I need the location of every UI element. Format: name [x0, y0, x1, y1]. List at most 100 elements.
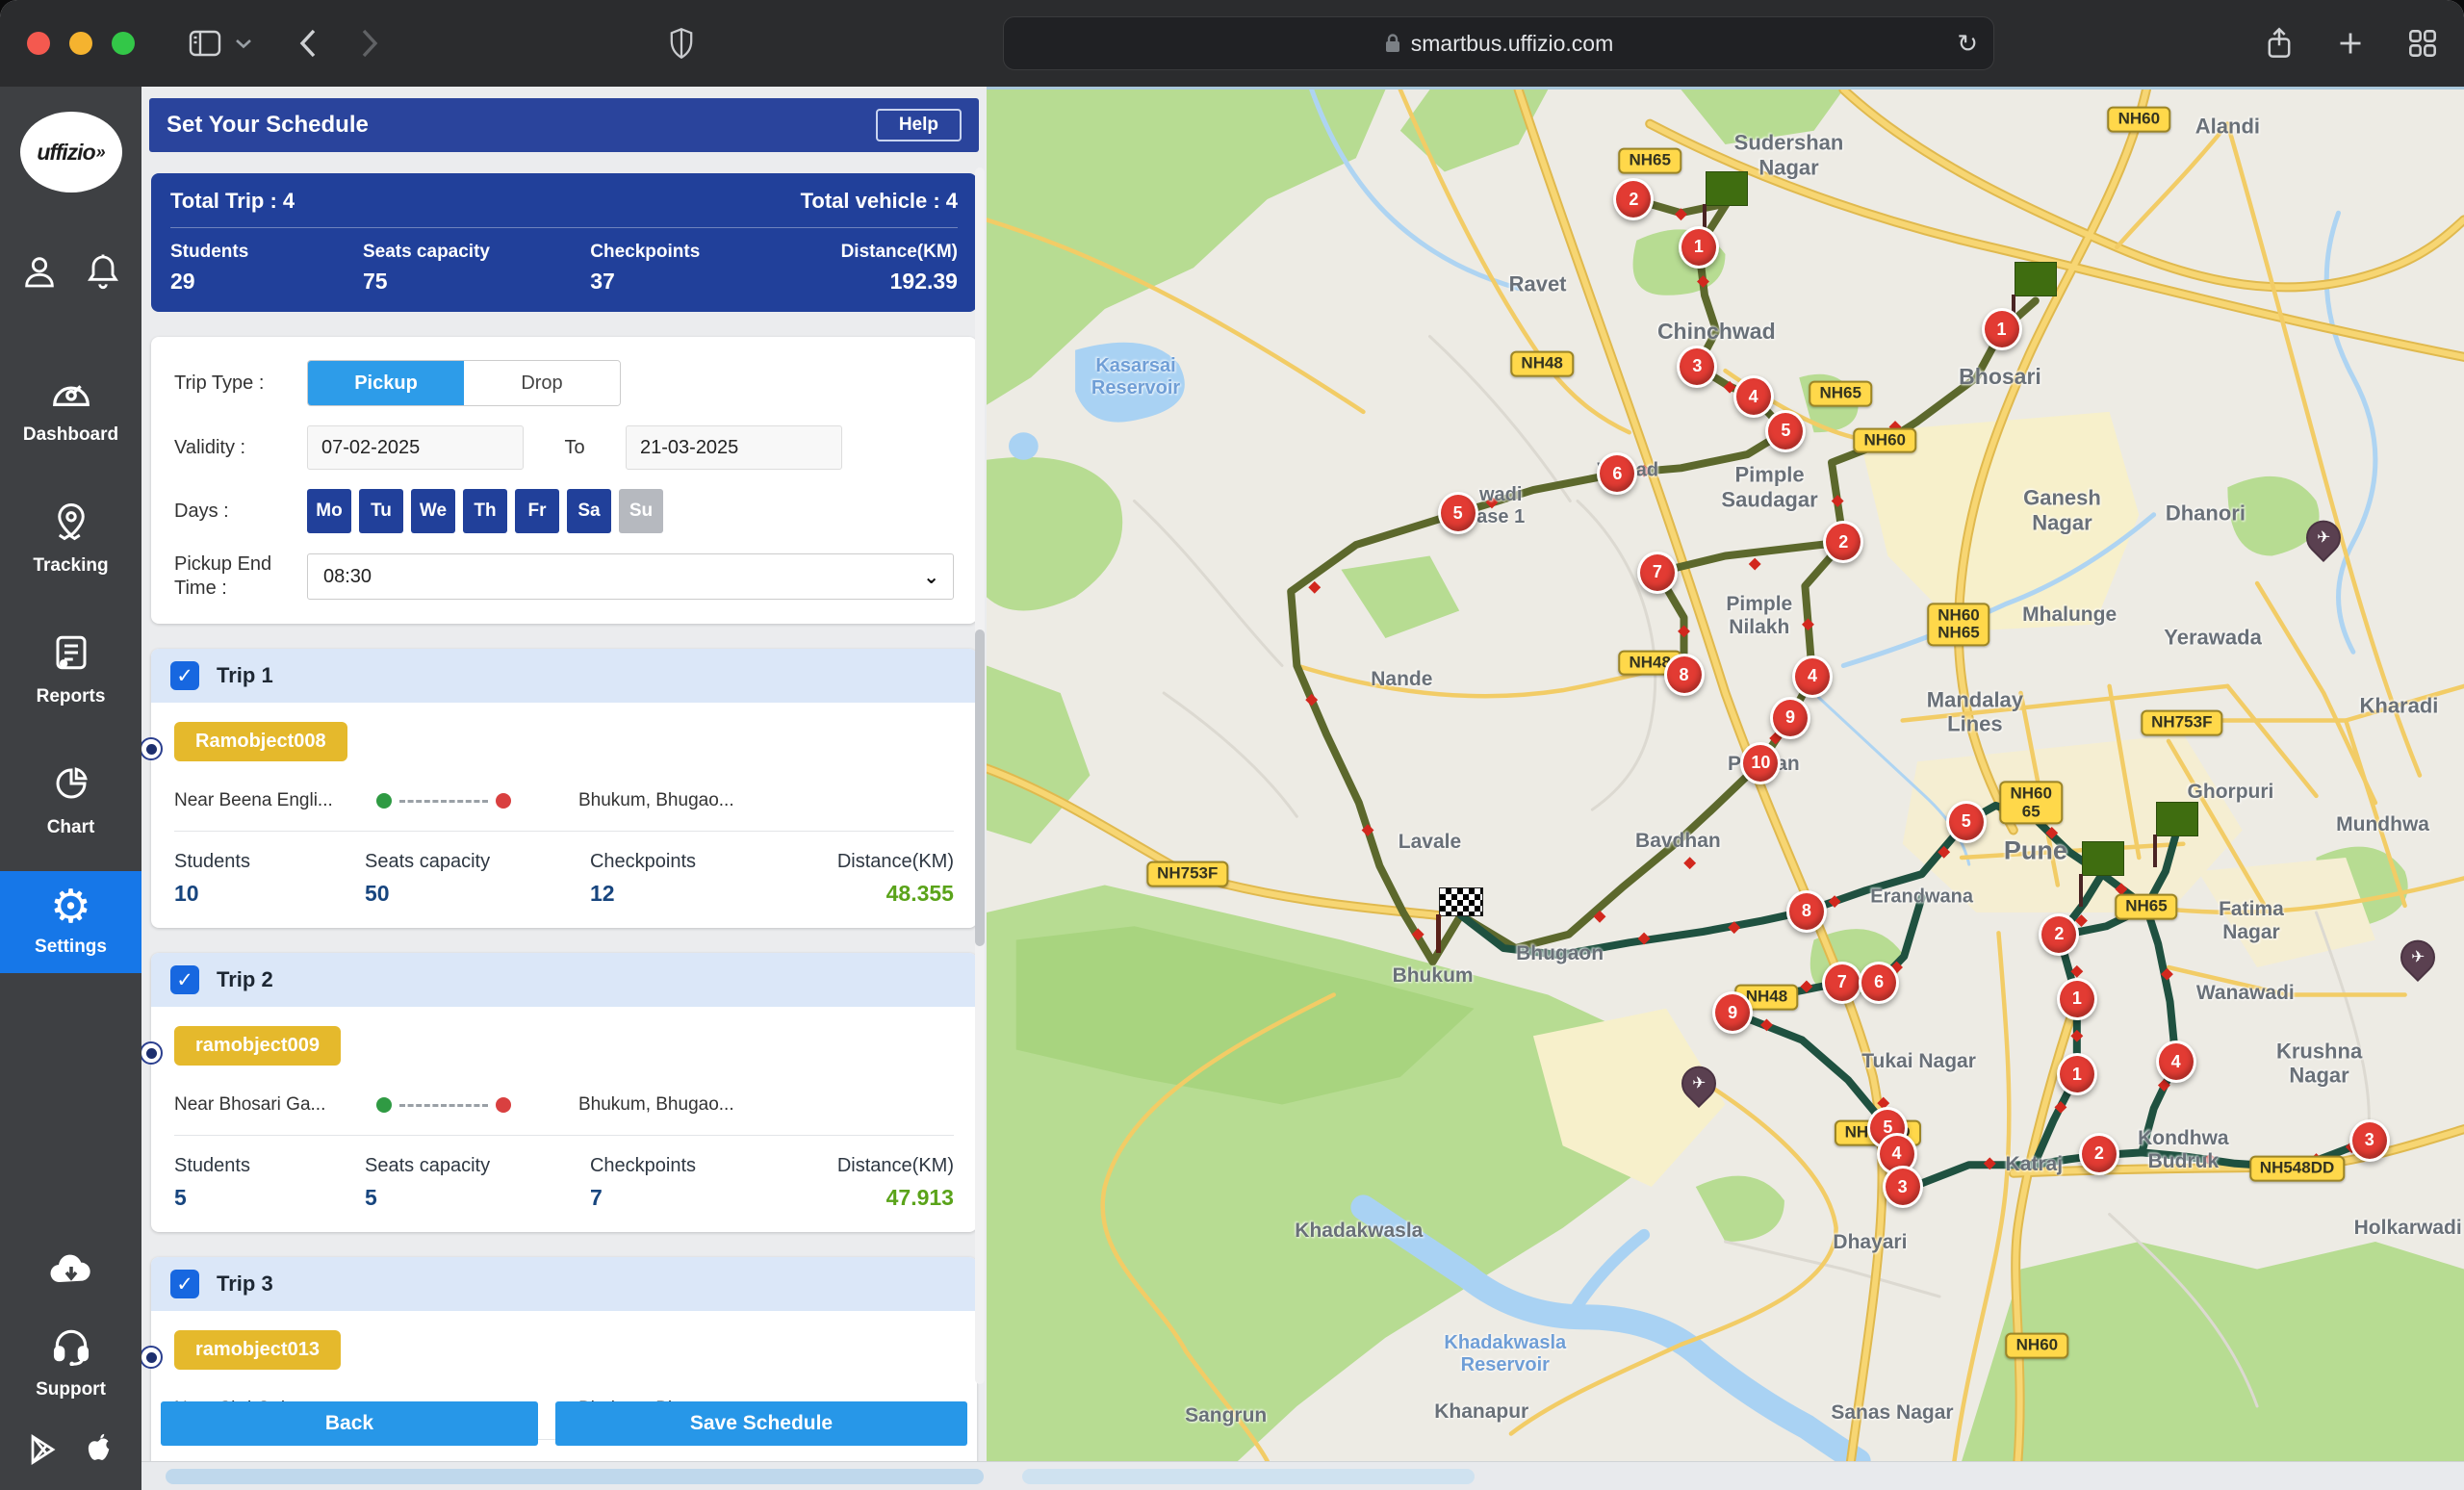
back-button[interactable]: Back [161, 1401, 538, 1446]
vehicle-badge[interactable]: ramobject009 [174, 1026, 341, 1066]
stop-marker[interactable]: 2 [1823, 521, 1863, 563]
sidebar-item-dashboard[interactable]: Dashboard [0, 357, 141, 461]
trip-1-checkbox[interactable]: ✓ [170, 661, 199, 690]
trip-2-radio[interactable] [141, 1041, 163, 1065]
stop-marker[interactable]: 6 [1597, 452, 1637, 495]
summary-seats: Seats capacity75 [363, 242, 590, 295]
day-chip-sa[interactable]: Sa [567, 489, 611, 533]
help-button[interactable]: Help [876, 109, 962, 141]
drop-tab[interactable]: Drop [464, 361, 620, 405]
trip-3-checkbox[interactable]: ✓ [170, 1270, 199, 1298]
map-place-label: Kasarsai Reservoir [1091, 355, 1180, 399]
trip-seats: Seats capacity5 [365, 1155, 590, 1211]
stop-marker[interactable]: 4 [1733, 375, 1774, 418]
stop-marker[interactable]: 1 [1982, 308, 2022, 350]
cloud-download-icon[interactable] [46, 1249, 96, 1293]
schedule-form: Trip Type : Pickup Drop Validity : To Da… [151, 337, 977, 624]
apple-icon[interactable] [83, 1431, 116, 1473]
url-text: smartbus.uffizio.com [1411, 31, 1613, 57]
tab-overview-icon[interactable] [2408, 29, 2437, 58]
stop-marker[interactable]: 3 [1677, 346, 1717, 388]
scrollbar-thumb[interactable] [1022, 1469, 1475, 1484]
panel-scrollbar[interactable] [975, 167, 985, 1384]
trip-1-header[interactable]: ✓ Trip 1 [151, 649, 977, 703]
trip-3-radio[interactable] [141, 1346, 163, 1369]
day-chip-th[interactable]: Th [463, 489, 507, 533]
trip-2-header[interactable]: ✓ Trip 2 [151, 953, 977, 1007]
validity-to-field[interactable] [626, 425, 842, 470]
map[interactable]: Sudershan NagarAlandiRavetChinchwadKasar… [987, 87, 2464, 1461]
scrollbar-thumb[interactable] [166, 1469, 984, 1484]
dashboard-icon [49, 372, 93, 417]
map-place-label: Pimple Saudagar [1721, 463, 1817, 512]
browser-window: smartbus.uffizio.com ↻ uffizio» [0, 0, 2464, 1490]
address-bar[interactable]: smartbus.uffizio.com ↻ [1003, 16, 1994, 70]
day-chip-mo[interactable]: Mo [307, 489, 351, 533]
map-place-label: Wanawadi [2196, 982, 2295, 1005]
stop-marker[interactable]: 4 [1792, 655, 1833, 698]
map-place-label: Tukai Nagar [1861, 1050, 1976, 1073]
stop-marker[interactable]: 3 [1883, 1166, 1923, 1208]
close-window-button[interactable] [27, 32, 50, 55]
map-place-label: Alandi [2195, 115, 2260, 139]
user-icon[interactable] [20, 252, 59, 295]
stop-marker[interactable]: 2 [2079, 1133, 2119, 1175]
stop-marker[interactable]: 5 [1946, 801, 1987, 843]
zoom-window-button[interactable] [112, 32, 135, 55]
trip-2-checkbox[interactable]: ✓ [170, 965, 199, 994]
stop-marker[interactable]: 3 [2349, 1119, 2390, 1162]
stop-marker[interactable]: 1 [1679, 226, 1719, 269]
stop-marker[interactable]: 4 [2156, 1040, 2196, 1083]
trip-3-header[interactable]: ✓ Trip 3 [151, 1257, 977, 1311]
stop-marker[interactable]: 8 [1786, 890, 1827, 933]
google-play-icon[interactable] [27, 1432, 62, 1472]
sidebar-toggle-icon[interactable] [189, 30, 221, 57]
map-place-label: Krushna Nagar [2276, 1039, 2362, 1088]
stop-marker[interactable]: 7 [1822, 962, 1862, 1004]
stop-marker[interactable]: 9 [1712, 991, 1753, 1034]
sidebar-item-support[interactable]: Support [0, 1325, 141, 1416]
day-chip-fr[interactable]: Fr [515, 489, 559, 533]
sidebar-item-tracking[interactable]: Tracking [0, 486, 141, 592]
horizontal-scrollbar[interactable] [141, 1461, 2464, 1490]
validity-from-field[interactable] [307, 425, 524, 470]
day-chip-tu[interactable]: Tu [359, 489, 403, 533]
stop-marker[interactable]: 5 [1765, 410, 1806, 452]
airport-pin-icon: ✈ [2394, 933, 2443, 982]
stop-marker[interactable]: 8 [1664, 654, 1705, 696]
trip-1-radio[interactable] [141, 737, 163, 760]
new-tab-icon[interactable] [2337, 30, 2364, 57]
stop-marker[interactable]: 2 [1613, 178, 1654, 220]
map-place-label: Chinchwad [1657, 319, 1776, 344]
stop-marker[interactable]: 9 [1770, 697, 1810, 739]
stop-marker[interactable]: 6 [1859, 962, 1899, 1004]
forward-button[interactable] [360, 28, 379, 59]
day-chip-su[interactable]: Su [619, 489, 663, 533]
stop-marker[interactable]: 7 [1637, 552, 1678, 594]
chevron-down-icon[interactable] [235, 38, 252, 49]
share-icon[interactable] [2266, 27, 2293, 60]
sidebar-item-chart[interactable]: Chart [0, 748, 141, 854]
vehicle-badge[interactable]: ramobject013 [174, 1330, 341, 1370]
stop-marker[interactable]: 1 [2057, 978, 2097, 1020]
save-schedule-button[interactable]: Save Schedule [555, 1401, 967, 1446]
map-place-label: Holkarwadi [2354, 1217, 2462, 1240]
stop-marker[interactable]: 2 [2039, 913, 2079, 956]
vehicle-badge[interactable]: Ramobject008 [174, 722, 347, 761]
road-badge: NH548DD [2249, 1156, 2345, 1182]
stop-marker[interactable]: 1 [2057, 1053, 2097, 1095]
road-badge: NH60 [1854, 427, 1916, 453]
sidebar-item-reports[interactable]: Reports [0, 617, 141, 723]
stop-marker[interactable]: 5 [1438, 492, 1478, 534]
airport-pin-icon: ✈ [1674, 1060, 1723, 1109]
pickup-tab[interactable]: Pickup [308, 361, 464, 405]
stop-marker[interactable]: 10 [1740, 742, 1781, 784]
minimize-window-button[interactable] [69, 32, 92, 55]
pickup-end-time-select[interactable]: 08:30 ⌄ [307, 553, 954, 600]
privacy-shield-icon[interactable] [668, 27, 695, 60]
day-chip-we[interactable]: We [411, 489, 455, 533]
sidebar-item-settings[interactable]: ⚙ Settings [0, 871, 141, 973]
back-button[interactable] [298, 28, 318, 59]
reload-icon[interactable]: ↻ [1957, 29, 1978, 59]
notifications-bell-icon[interactable] [84, 252, 122, 295]
